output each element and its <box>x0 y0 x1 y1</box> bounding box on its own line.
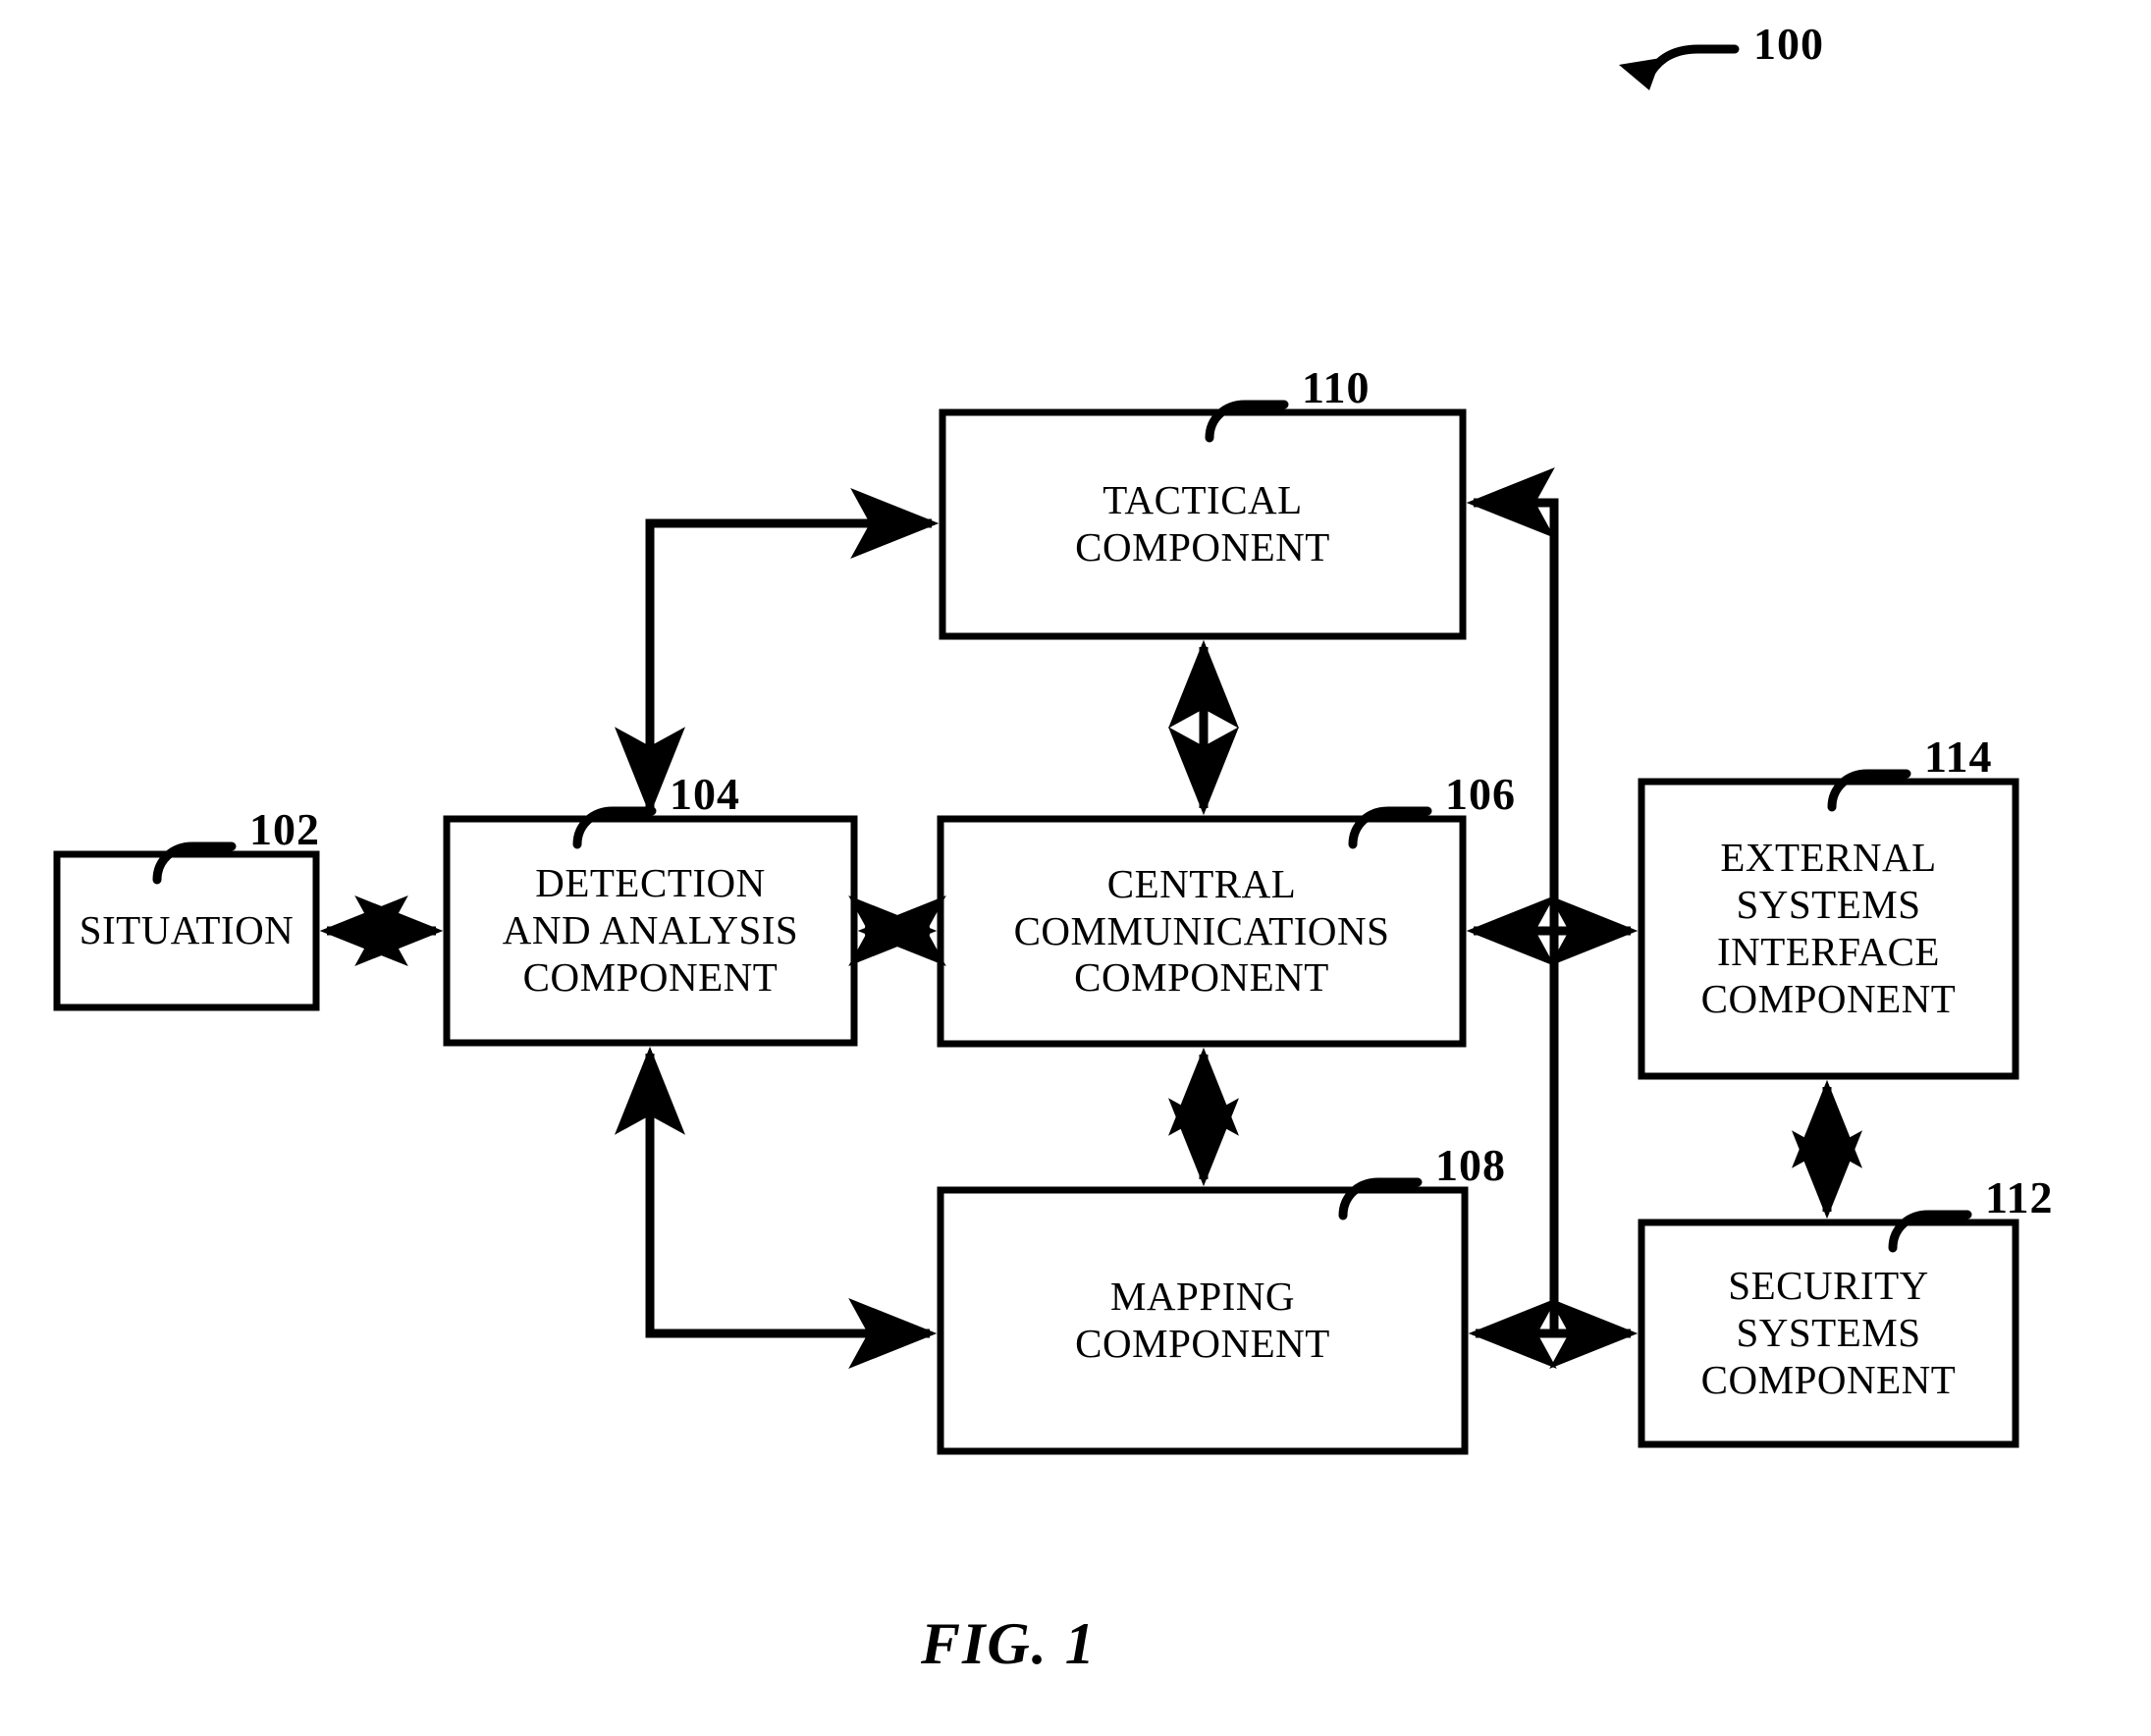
ref-number-100: 100 <box>1753 19 1824 69</box>
ref-number-102: 102 <box>249 804 320 854</box>
connector-security-tactical-bus <box>1466 467 1559 1333</box>
patent-figure: SITUATION DETECTION AND ANALYSIS COMPONE… <box>0 0 2151 1736</box>
ref-number-104: 104 <box>670 769 740 819</box>
box-central[interactable] <box>937 815 1467 1048</box>
box-security[interactable] <box>1638 1219 2019 1448</box>
ref-number-114: 114 <box>1924 732 1993 782</box>
ref-number-108: 108 <box>1435 1140 1506 1190</box>
connector-tactical-detection <box>615 518 932 816</box>
box-situation[interactable] <box>53 850 320 1011</box>
box-tactical[interactable] <box>939 408 1467 640</box>
leader-line-100 <box>1642 44 1740 83</box>
ref-number-110: 110 <box>1302 362 1371 412</box>
box-external[interactable] <box>1638 778 2019 1080</box>
system-arrowhead-icon <box>1619 58 1661 90</box>
ref-number-106: 106 <box>1445 769 1516 819</box>
diagram-canvas <box>53 44 2019 1455</box>
connector-detection-mapping <box>645 1054 938 1369</box>
figure-caption: FIG. 1 <box>921 1611 1097 1676</box>
ref-number-112: 112 <box>1985 1172 2054 1222</box>
box-mapping[interactable] <box>937 1186 1469 1455</box>
box-detection[interactable] <box>443 815 858 1047</box>
